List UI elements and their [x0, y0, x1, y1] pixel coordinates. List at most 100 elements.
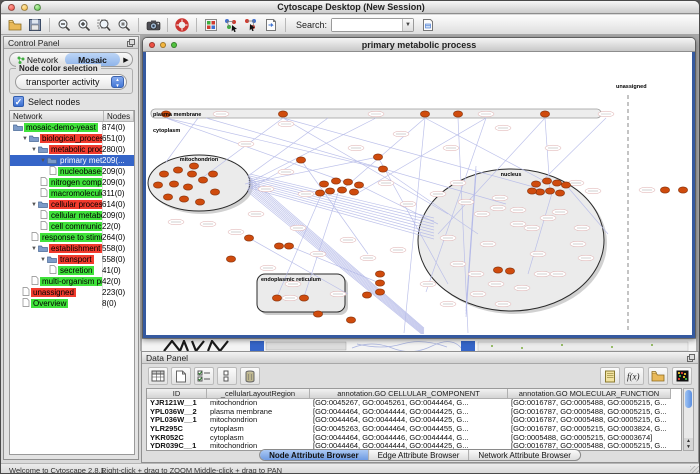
network-node[interactable] — [274, 243, 283, 249]
tree-row-cellular-metabol[interactable]: cellular metabol209(0) — [10, 210, 134, 221]
network-node[interactable] — [505, 268, 514, 274]
tree-col-network[interactable]: Network — [10, 111, 104, 122]
network-node[interactable] — [375, 289, 384, 295]
network-node[interactable] — [198, 177, 207, 183]
network-node[interactable] — [173, 167, 182, 173]
search-input[interactable] — [332, 19, 402, 31]
network-node[interactable] — [555, 190, 564, 196]
table-row-ykr052c[interactable]: YKR052Ccytoplasm[GO:0044464, GO:0044446,… — [147, 434, 681, 443]
tree-row-establishment-of-lo[interactable]: ▼establishment of lo558(0) — [10, 243, 134, 254]
network-node[interactable] — [527, 188, 536, 194]
delete-attribute-icon[interactable] — [240, 367, 260, 385]
network-node[interactable] — [545, 188, 554, 194]
table-col-header[interactable]: annotation.GO MOLECULAR_FUNCTION — [508, 389, 671, 399]
network-node[interactable] — [284, 243, 293, 249]
heatmap-view-icon[interactable] — [672, 367, 692, 385]
network-node[interactable] — [169, 181, 178, 187]
resize-grip[interactable] — [690, 466, 700, 474]
formula-builder-icon[interactable]: f(x) — [624, 367, 644, 385]
network-node[interactable] — [552, 180, 561, 186]
tab-edge-attribute-browser[interactable]: Edge Attribute Browser — [369, 450, 470, 460]
network-node[interactable] — [531, 181, 540, 187]
tree-row-secretion[interactable]: secretion41(0) — [10, 265, 134, 276]
table-row-yjr121w__1[interactable]: YJR121W__1mitochondrion[GO:0045267, GO:0… — [147, 399, 681, 408]
help-ring-icon[interactable] — [172, 16, 192, 34]
save-icon[interactable] — [25, 16, 45, 34]
maximize-button[interactable] — [34, 4, 41, 11]
edit-network-b-icon[interactable] — [241, 16, 261, 34]
network-node[interactable] — [325, 188, 334, 194]
network-node[interactable] — [493, 267, 502, 273]
tree-row-unassigned[interactable]: unassigned223(0) — [10, 287, 134, 298]
attribute-file-icon[interactable] — [418, 16, 438, 34]
network-node[interactable] — [337, 187, 346, 193]
select-nodes-checkbox[interactable]: ✓ — [13, 96, 24, 107]
float-panel-icon[interactable] — [687, 354, 695, 364]
tree-col-nodes[interactable]: Nodes — [104, 111, 134, 122]
table-scrollbar[interactable]: ▲▼ — [683, 388, 694, 451]
open-file-icon[interactable] — [5, 16, 25, 34]
network-node[interactable] — [331, 178, 340, 184]
tree-row-nitrogen-compo[interactable]: nitrogen compo209(0) — [10, 177, 134, 188]
minimize-button[interactable] — [21, 4, 28, 11]
network-node[interactable] — [313, 311, 322, 317]
network-node[interactable] — [296, 157, 305, 163]
network-node[interactable] — [208, 171, 217, 177]
tree-row-overview[interactable]: Overview8(0) — [10, 298, 134, 309]
tree-row-mosaic-demo-yeast[interactable]: mosaic-demo-yeast874(0) — [10, 122, 134, 133]
network-node[interactable] — [362, 292, 371, 298]
network-node[interactable] — [346, 317, 355, 323]
import-attributes-icon[interactable] — [261, 16, 281, 34]
tree-row-response-to-stimulu[interactable]: response to stimulu264(0) — [10, 232, 134, 243]
table-col-header[interactable]: _cellularLayoutRegion — [207, 389, 310, 399]
network-node[interactable] — [561, 182, 570, 188]
tree-row-biological-process[interactable]: ▼biological_process651(0) — [10, 133, 134, 144]
view-close-button[interactable] — [149, 42, 155, 48]
view-maximize-button[interactable] — [171, 42, 177, 48]
disclosure-triangle-icon[interactable]: ▼ — [40, 257, 47, 263]
network-node[interactable] — [315, 190, 324, 196]
disclosure-triangle-icon[interactable]: ▼ — [40, 158, 47, 164]
network-node[interactable] — [373, 154, 382, 160]
table-row-ypl036w__2[interactable]: YPL036W__2plasma membrane[GO:0044464, GO… — [147, 408, 681, 417]
network-node[interactable] — [299, 295, 308, 301]
tab-network-attribute-browser[interactable]: Network Attribute Browser — [469, 450, 579, 460]
network-node[interactable] — [226, 256, 235, 262]
network-node[interactable] — [179, 196, 188, 202]
float-panel-icon[interactable] — [127, 39, 135, 49]
search-dropdown-arrow[interactable]: ▼ — [402, 19, 413, 31]
network-node[interactable] — [349, 189, 358, 195]
network-node[interactable] — [153, 182, 162, 188]
tree-row-cell-communicat[interactable]: cell communicat22(0) — [10, 221, 134, 232]
select-attributes-icon[interactable] — [194, 367, 214, 385]
disclosure-triangle-icon[interactable]: ▼ — [31, 147, 38, 153]
view-minimize-button[interactable] — [160, 42, 166, 48]
network-node[interactable] — [453, 111, 462, 117]
node-color-select[interactable]: transporter activity ▲▼ — [15, 74, 127, 90]
network-node[interactable] — [540, 111, 549, 117]
new-attribute-icon[interactable] — [171, 367, 191, 385]
table-row-ypl036w__1[interactable]: YPL036W__1mitochondrion[GO:0044464, GO:0… — [147, 416, 681, 425]
graphics-details-icon[interactable] — [201, 16, 221, 34]
attribute-notes-icon[interactable] — [600, 367, 620, 385]
network-node[interactable] — [210, 189, 219, 195]
edit-network-a-icon[interactable] — [221, 16, 241, 34]
scrollbar-arrows[interactable]: ▲▼ — [684, 438, 693, 450]
table-col-header[interactable]: ID — [147, 389, 207, 399]
scrollbar-thumb[interactable] — [685, 390, 692, 408]
network-node[interactable] — [278, 111, 287, 117]
disclosure-triangle-icon[interactable]: ▼ — [22, 136, 29, 142]
network-node[interactable] — [183, 184, 192, 190]
tab-node-attribute-browser[interactable]: Node Attribute Browser — [260, 450, 369, 460]
table-row-ylr295c[interactable]: YLR295Ccytoplasm[GO:0045263, GO:0044464,… — [147, 425, 681, 434]
tree-row-multi-organism-pro[interactable]: multi-organism pro42(0) — [10, 276, 134, 287]
tree-row-macromolecule[interactable]: macromolecule311(0) — [10, 188, 134, 199]
tabs-overflow-arrow[interactable]: ▶ — [120, 56, 132, 64]
import-folder-icon[interactable] — [648, 367, 668, 385]
network-node[interactable] — [343, 179, 352, 185]
disclosure-triangle-icon[interactable]: ▼ — [31, 202, 38, 208]
network-node[interactable] — [678, 187, 687, 193]
network-node[interactable] — [420, 111, 429, 117]
tree-row-nucleobase-[interactable]: nucleobase-209(0) — [10, 166, 134, 177]
table-col-header[interactable]: annotation.GO CELLULAR_COMPONENT — [310, 389, 508, 399]
